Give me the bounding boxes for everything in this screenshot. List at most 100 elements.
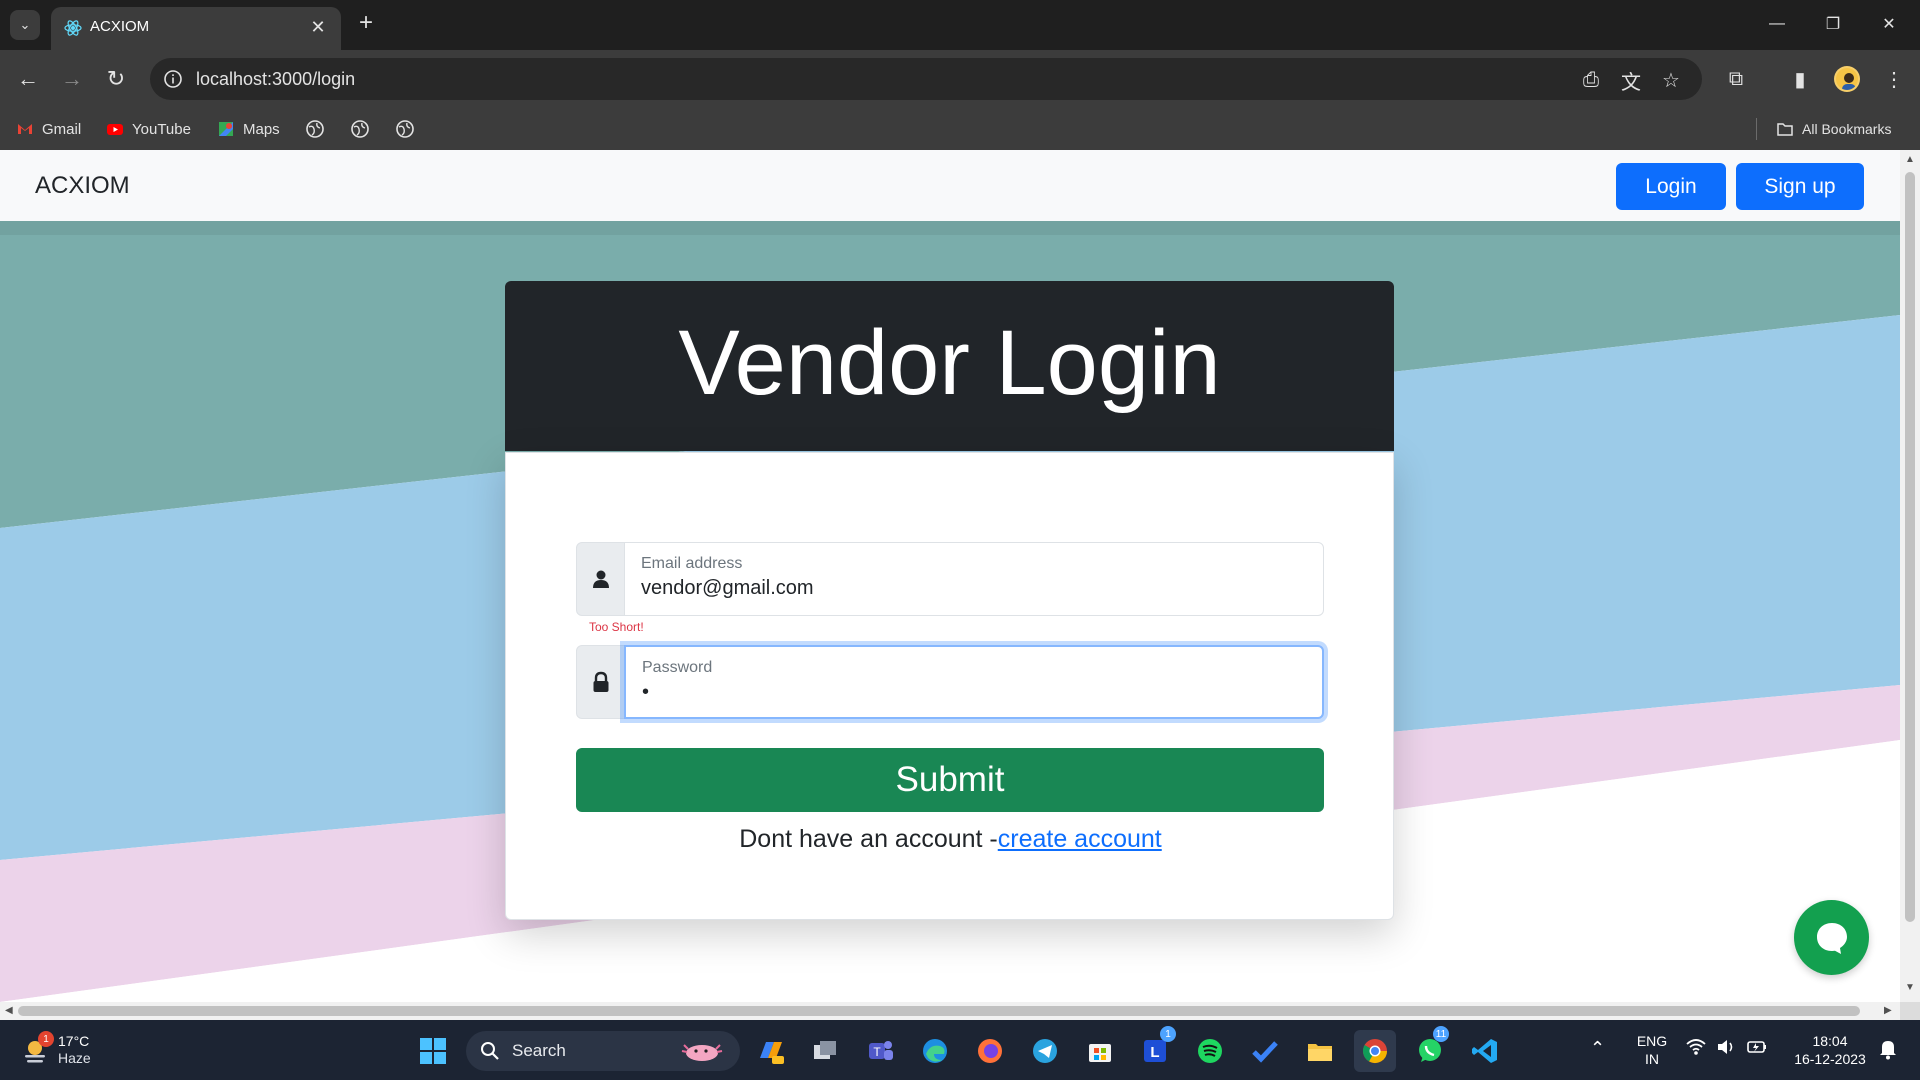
teams-app[interactable]: T — [859, 1030, 901, 1072]
brand-logo[interactable]: ACXIOM — [35, 172, 130, 200]
globe-icon[interactable] — [305, 119, 325, 139]
arrow-right-icon: → — [61, 66, 83, 91]
weather-widget[interactable]: 1 17°C Haze — [20, 1029, 91, 1071]
start-button[interactable] — [412, 1030, 454, 1072]
spotify-app[interactable] — [1189, 1030, 1231, 1072]
tab-close-icon[interactable]: ✕ — [307, 16, 329, 38]
edge-app[interactable] — [914, 1030, 956, 1072]
chrome-app[interactable] — [1354, 1030, 1396, 1072]
todo-app[interactable] — [1244, 1030, 1286, 1072]
password-value: • — [642, 681, 650, 703]
bookmark-star-icon[interactable]: ☆ — [1658, 67, 1684, 93]
user-avatar-icon — [1842, 73, 1856, 90]
minimize-button[interactable]: — — [1754, 6, 1800, 42]
react-icon — [64, 20, 82, 36]
copilot-icon — [760, 1042, 784, 1064]
scroll-down-icon[interactable]: ▼ — [1905, 982, 1915, 993]
scroll-right-icon[interactable]: ▶ — [1884, 1005, 1892, 1016]
file-explorer-app[interactable] — [1299, 1030, 1341, 1072]
folder-icon — [1777, 123, 1793, 136]
weather-temp: 17°C — [58, 1033, 90, 1049]
login-button[interactable]: Login — [1616, 163, 1726, 210]
bookmark-youtube[interactable]: YouTube — [106, 117, 191, 141]
browser-menu-icon[interactable]: ⋮ — [1878, 63, 1910, 95]
side-panel-icon[interactable]: ▮ — [1784, 63, 1816, 95]
bookmark-maps[interactable]: Maps — [217, 117, 280, 141]
store-icon — [1089, 1044, 1111, 1062]
profile-avatar[interactable] — [1834, 66, 1860, 92]
language-indicator[interactable]: ENG IN — [1634, 1032, 1670, 1068]
telegram-icon — [1033, 1039, 1057, 1063]
weather-condition: Haze — [58, 1050, 91, 1066]
user-icon — [576, 542, 625, 616]
submit-button[interactable]: Submit — [576, 748, 1324, 812]
edge-icon — [923, 1039, 947, 1063]
site-info-icon[interactable] — [162, 68, 184, 90]
vertical-scroll-thumb[interactable] — [1905, 172, 1915, 922]
vscode-app[interactable] — [1464, 1030, 1506, 1072]
vertical-scrollbar[interactable]: ▲ ▼ — [1900, 150, 1920, 1002]
tab-title: ACXIOM — [90, 18, 150, 35]
language-line-1: ENG — [1636, 1033, 1668, 1049]
all-bookmarks-button[interactable]: All Bookmarks — [1776, 117, 1891, 141]
all-bookmarks-label: All Bookmarks — [1802, 121, 1892, 137]
language-line-2: IN — [1645, 1051, 1659, 1067]
install-app-icon[interactable]: ⎙ — [1578, 67, 1604, 93]
back-button[interactable]: ← — [12, 63, 44, 95]
chat-icon — [1816, 922, 1847, 954]
tab-strip: ⌄ ACXIOM ✕ + — ❐ ✕ — [0, 0, 1920, 50]
battery-icon — [1746, 1038, 1768, 1061]
restore-button[interactable]: ❐ — [1810, 6, 1856, 42]
horizontal-scrollbar[interactable]: ◀ ▶ — [0, 1002, 1900, 1020]
taskbar-search[interactable]: Search — [466, 1031, 740, 1071]
firefox-icon — [978, 1039, 1002, 1063]
signup-button[interactable]: Sign up — [1736, 163, 1864, 210]
gmail-icon — [18, 124, 32, 134]
chevron-up-icon[interactable]: ⌃ — [1590, 1038, 1605, 1059]
l-app[interactable]: L 1 — [1134, 1026, 1176, 1072]
weather-icon: 1 — [20, 1031, 54, 1065]
spotify-icon — [1198, 1039, 1222, 1063]
l-app-badge: 1 — [1160, 1026, 1176, 1042]
system-tray-icons[interactable] — [1686, 1038, 1768, 1061]
bookmarks-divider — [1756, 118, 1757, 140]
whatsapp-badge: 11 — [1433, 1026, 1449, 1042]
whatsapp-app[interactable]: 11 — [1409, 1026, 1451, 1072]
address-bar[interactable]: localhost:3000/login ⎙ 文 ☆ — [150, 58, 1702, 100]
bookmark-gmail[interactable]: Gmail — [16, 117, 81, 141]
firefox-app[interactable] — [969, 1030, 1011, 1072]
globe-icon[interactable] — [350, 119, 370, 139]
scroll-left-icon[interactable]: ◀ — [5, 1005, 13, 1016]
tab-search-button[interactable]: ⌄ — [10, 10, 40, 40]
email-value: vendor@gmail.com — [641, 577, 814, 599]
create-account-link[interactable]: create account — [998, 825, 1162, 853]
search-icon — [481, 1042, 499, 1060]
scroll-up-icon[interactable]: ▲ — [1905, 154, 1915, 165]
chat-widget-button[interactable] — [1794, 900, 1869, 975]
password-field[interactable]: Password • — [624, 645, 1324, 719]
horizontal-scroll-thumb[interactable] — [18, 1006, 1860, 1016]
copilot-app[interactable] — [750, 1030, 792, 1072]
checkmark-icon — [1252, 1041, 1278, 1063]
task-view-app[interactable] — [804, 1030, 846, 1072]
new-tab-button[interactable]: + — [352, 9, 380, 37]
close-window-button[interactable]: ✕ — [1866, 6, 1912, 42]
extensions-icon[interactable]: ⧉ — [1720, 63, 1752, 95]
teams-icon: T — [869, 1041, 893, 1060]
clock[interactable]: 18:04 16-12-2023 — [1780, 1032, 1880, 1068]
reload-icon: ↻ — [106, 66, 126, 91]
browser-tab[interactable]: ACXIOM ✕ — [51, 7, 341, 50]
email-input-group: Email address vendor@gmail.com — [576, 542, 1324, 616]
globe-icon[interactable] — [395, 119, 415, 139]
windows-logo-icon — [420, 1038, 446, 1064]
store-app[interactable] — [1079, 1030, 1121, 1072]
signup-prompt-text: Dont have an account - — [739, 825, 998, 853]
forward-button[interactable]: → — [56, 63, 88, 95]
notification-bell-icon[interactable] — [1878, 1038, 1898, 1065]
email-field[interactable]: Email address vendor@gmail.com — [624, 542, 1324, 616]
reload-button[interactable]: ↻ — [100, 63, 132, 95]
bookmark-label: Maps — [243, 120, 280, 138]
translate-icon[interactable]: 文 — [1618, 67, 1644, 94]
telegram-app[interactable] — [1024, 1030, 1066, 1072]
url-text: localhost:3000/login — [196, 69, 356, 89]
